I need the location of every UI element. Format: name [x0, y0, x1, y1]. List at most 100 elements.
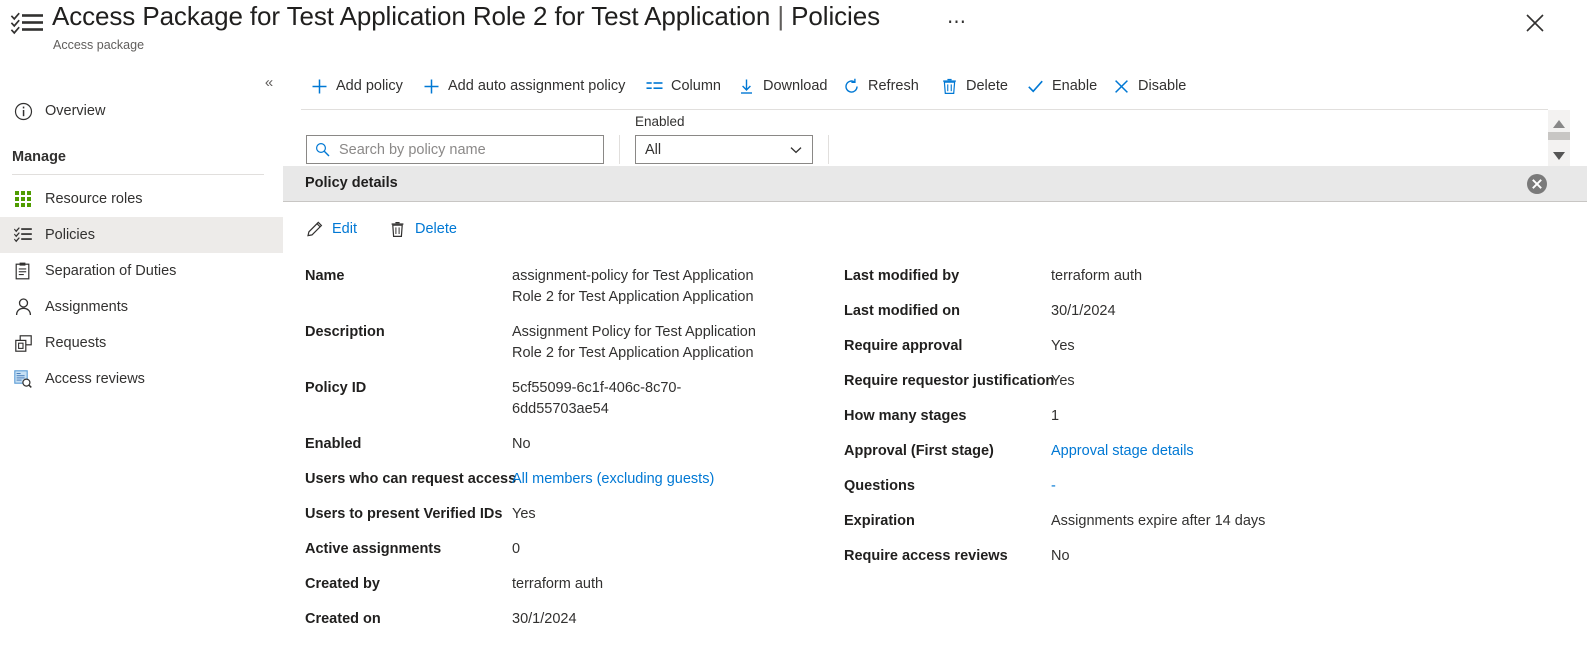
- detail-value: 1: [1051, 408, 1060, 424]
- list-vertical-scrollbar[interactable]: [1548, 110, 1570, 168]
- check-icon: [1026, 77, 1045, 96]
- toolbar-button-label: Add auto assignment policy: [448, 78, 626, 94]
- search-input[interactable]: [337, 136, 603, 163]
- checklist-icon: [12, 224, 34, 246]
- detail-key: Require access reviews: [844, 548, 1008, 564]
- grid-green-icon: [12, 188, 34, 210]
- blade-header: Access Package for Test Application Role…: [0, 0, 1587, 62]
- detail-row: Description Assignment Policy for Test A…: [305, 322, 775, 364]
- sidebar-item-label: Separation of Duties: [45, 263, 177, 279]
- windows-stack-icon: [12, 332, 34, 354]
- download-button[interactable]: Download: [737, 73, 828, 99]
- x-icon: [1112, 77, 1131, 96]
- toolbar-button-label: Refresh: [868, 78, 919, 94]
- sidebar-group-manage: Manage: [12, 149, 66, 165]
- detail-key: Name: [305, 268, 345, 284]
- detail-value: Yes: [1051, 338, 1075, 354]
- detail-row: Created on 30/1/2024: [305, 609, 775, 630]
- page-title: Access Package for Test Application Role…: [52, 1, 880, 32]
- detail-row: Users to present Verified IDs Yes: [305, 504, 775, 525]
- columns-icon: [645, 77, 664, 96]
- detail-row: Policy ID 5cf55099-6c1f-406c-8c70- 6dd55…: [305, 378, 775, 420]
- detail-key: Questions: [844, 478, 915, 494]
- detail-key: Require requestor justification: [844, 373, 1055, 389]
- detail-row: Active assignments 0: [305, 539, 775, 560]
- sidebar-item-assignments[interactable]: Assignments: [0, 289, 283, 325]
- detail-key: Approval (First stage): [844, 443, 994, 459]
- search-policy-box[interactable]: [306, 135, 604, 164]
- detail-value: 30/1/2024: [512, 611, 577, 627]
- detail-key: Policy ID: [305, 380, 367, 396]
- detail-row: Expiration Assignments expire after 14 d…: [844, 511, 1314, 532]
- policy-details-panel: Policy details Edit Delete Name assignme…: [283, 166, 1587, 660]
- enabled-filter-select[interactable]: All: [635, 135, 813, 164]
- policy-details-command-bar: Edit Delete: [283, 216, 1587, 252]
- close-circle-icon[interactable]: [1526, 173, 1548, 195]
- detail-value: Yes: [1051, 373, 1075, 389]
- detail-row: Name assignment-policy for Test Applicat…: [305, 266, 775, 308]
- detail-row: Users who can request access All members…: [305, 469, 775, 490]
- detail-key: Enabled: [305, 436, 362, 452]
- detail-row: Enabled No: [305, 434, 775, 455]
- sidebar-item-overview[interactable]: Overview: [0, 93, 283, 129]
- sidebar-item-access-reviews[interactable]: Access reviews: [0, 361, 283, 397]
- review-search-icon: [12, 368, 34, 390]
- sidebar-item-separation-of-duties[interactable]: Separation of Duties: [0, 253, 283, 289]
- trash-icon: [388, 220, 407, 239]
- detail-key: Description: [305, 324, 385, 340]
- detail-row: How many stages 1: [844, 406, 1314, 427]
- policy-details-right-column: Last modified by terraform auth Last mod…: [844, 266, 1314, 581]
- page-title-section: Policies: [791, 1, 880, 31]
- detail-key: Users who can request access: [305, 471, 517, 487]
- download-arrow-icon: [737, 77, 756, 96]
- policy-details-left-column: Name assignment-policy for Test Applicat…: [305, 266, 775, 644]
- add-auto-assignment-policy-button[interactable]: Add auto assignment policy: [422, 73, 625, 99]
- collapse-sidebar-button[interactable]: «: [258, 73, 280, 93]
- sidebar-item-policies[interactable]: Policies: [0, 217, 283, 253]
- column-button[interactable]: Column: [645, 73, 721, 99]
- detail-value: 0: [512, 541, 521, 557]
- detail-row: Last modified on 30/1/2024: [844, 301, 1314, 322]
- disable-button[interactable]: Disable: [1112, 73, 1186, 99]
- detail-value: No: [1051, 548, 1070, 564]
- toolbar-button-label: Add policy: [336, 78, 403, 94]
- close-icon[interactable]: [1522, 10, 1548, 36]
- clipboard-icon: [12, 260, 34, 282]
- enable-button[interactable]: Enable: [1026, 73, 1097, 99]
- more-options-button[interactable]: ⋯: [941, 8, 974, 38]
- filter-divider: [619, 135, 620, 164]
- scrollbar-thumb[interactable]: [1548, 132, 1570, 140]
- toolbar-button-label: Delete: [966, 78, 1008, 94]
- refresh-button[interactable]: Refresh: [842, 73, 919, 99]
- detail-value: Assignments expire after 14 days: [1051, 513, 1266, 529]
- add-policy-button[interactable]: Add policy: [310, 73, 403, 99]
- plus-icon: [422, 77, 441, 96]
- sidebar: « Overview Manage Resource roles Policie…: [0, 62, 295, 660]
- sidebar-divider: [12, 174, 264, 175]
- search-icon: [315, 142, 331, 158]
- scroll-up-arrow-icon[interactable]: [1552, 116, 1566, 128]
- detail-value: Assignment Policy for Test Application R…: [512, 324, 756, 361]
- delete-button[interactable]: Delete: [940, 73, 1008, 99]
- users-who-can-request-access-link[interactable]: All members (excluding guests): [512, 469, 714, 490]
- filter-bar: Enabled All: [283, 110, 1587, 168]
- edit-policy-button[interactable]: Edit: [305, 216, 357, 242]
- detail-row: Require requestor justification Yes: [844, 371, 1314, 392]
- detail-value: terraform auth: [1051, 268, 1143, 284]
- detail-row: Created by terraform auth: [305, 574, 775, 595]
- delete-policy-button[interactable]: Delete: [388, 216, 457, 242]
- questions-link[interactable]: -: [1051, 476, 1056, 497]
- sidebar-item-requests[interactable]: Requests: [0, 325, 283, 361]
- sidebar-item-resource-roles[interactable]: Resource roles: [0, 181, 283, 217]
- refresh-icon: [842, 77, 861, 96]
- detail-value: terraform auth: [512, 576, 604, 592]
- command-label: Edit: [332, 221, 357, 237]
- scroll-down-arrow-icon[interactable]: [1552, 148, 1566, 160]
- command-toolbar: Add policy Add auto assignment policy Co…: [283, 62, 1587, 110]
- detail-row: Last modified by terraform auth: [844, 266, 1314, 287]
- detail-key: Last modified on: [844, 303, 960, 319]
- approval-stage-details-link[interactable]: Approval stage details: [1051, 441, 1194, 462]
- detail-key: Expiration: [844, 513, 915, 529]
- sidebar-item-label: Requests: [45, 335, 107, 351]
- toolbar-button-label: Download: [763, 78, 828, 94]
